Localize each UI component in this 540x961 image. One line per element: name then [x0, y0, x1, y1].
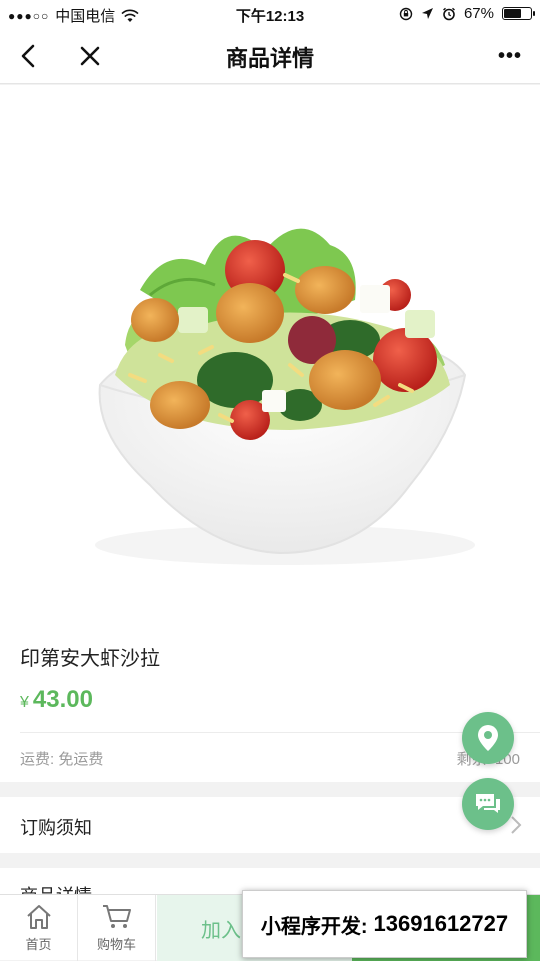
more-button[interactable]: •••: [488, 38, 532, 74]
home-icon: [26, 904, 51, 929]
tab-home-label: 首页: [25, 936, 52, 952]
chevron-right-icon: [511, 816, 522, 834]
location-arrow-icon: [421, 8, 433, 19]
alarm-icon: [443, 7, 455, 20]
battery-percent: 67%: [463, 5, 494, 22]
status-bar: ●●●○○ 中国电信 下午12:13 67%: [0, 0, 540, 28]
promo-phone-number: 13691612727: [373, 911, 509, 936]
status-right: 67%: [399, 5, 535, 22]
order-notice-row[interactable]: 订购须知: [0, 797, 540, 853]
rotation-lock-icon: [399, 7, 413, 20]
promo-overlay: 小程序开发: 13691612727: [242, 890, 527, 958]
order-notice-label: 订购须知: [20, 818, 92, 838]
product-name: 印第安大虾沙拉: [20, 648, 160, 670]
product-image: [0, 85, 540, 620]
cart-icon: [102, 904, 131, 928]
battery-fill: [504, 9, 522, 18]
shipping-fee: 运费: 免运费: [20, 751, 104, 768]
salad-bowl-image: [95, 228, 475, 565]
price-value: 43.00: [32, 686, 93, 713]
battery-icon: [502, 7, 535, 20]
chat-icon: [476, 794, 500, 813]
promo-label: 小程序开发:: [260, 915, 368, 938]
chat-button[interactable]: [462, 778, 514, 830]
product-info: 印第安大虾沙拉 ¥ 43.00 运费: 免运费 剩余: 100: [0, 620, 540, 782]
tab-home[interactable]: 首页: [0, 895, 78, 961]
navigation-bar: 商品详情 •••: [0, 28, 540, 84]
currency-symbol: ¥: [20, 694, 29, 711]
location-button[interactable]: [462, 712, 514, 764]
tab-cart[interactable]: 购物车: [78, 895, 156, 961]
page-title: 商品详情: [225, 46, 314, 71]
location-pin-icon: [478, 725, 498, 751]
product-price: ¥ 43.00: [20, 686, 93, 714]
tab-cart-label: 购物车: [96, 936, 136, 952]
